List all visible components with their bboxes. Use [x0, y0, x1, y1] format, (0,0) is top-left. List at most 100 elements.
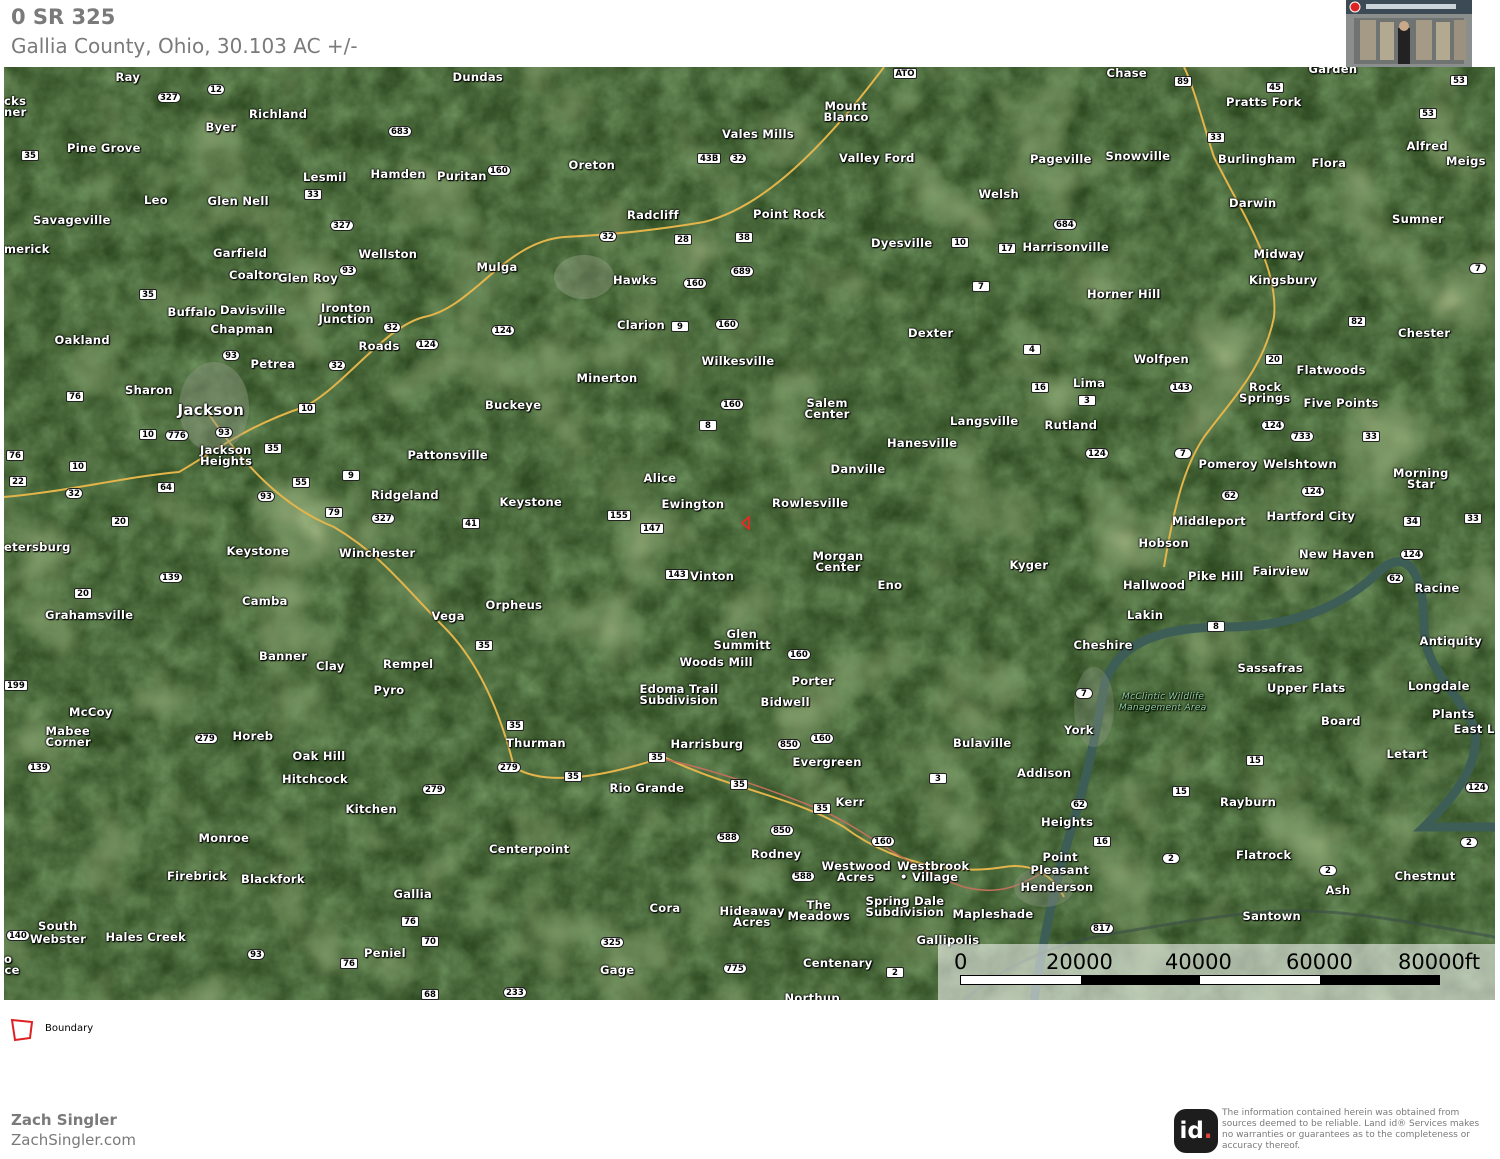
page-title: 0 SR 325: [11, 5, 116, 29]
place-label: Hitchcock: [282, 771, 348, 786]
route-shield: 850: [777, 738, 801, 750]
route-shield: 2: [1319, 864, 1337, 876]
satellite-map[interactable]: Ray Dundas Chase Garden Richland Byer Pratts F…: [4, 67, 1495, 1000]
route-shield: 93: [215, 426, 233, 438]
place-label: Dundas: [452, 69, 504, 84]
place-label: Point Rock: [753, 206, 826, 221]
route-shield: 2: [886, 966, 904, 978]
route-shield: 9: [342, 469, 360, 481]
place-label: Five Points: [1303, 395, 1379, 410]
route-shield: 3: [929, 772, 947, 784]
route-shield: 15: [1246, 754, 1264, 766]
place-label: Sassafras: [1237, 660, 1303, 675]
place-label: Cheshire: [1073, 637, 1133, 652]
scale-bar-graphic: [960, 975, 1440, 985]
place-label: Glen Roy: [278, 270, 339, 285]
route-shield: 3: [1078, 394, 1096, 406]
place-label: Horeb: [232, 728, 274, 743]
place-label: Flatwoods: [1296, 362, 1366, 377]
place-label: Middleport: [1172, 513, 1246, 528]
place-label: Alfred: [1406, 138, 1448, 153]
scale-label-0: 0: [954, 950, 968, 974]
route-shield: 683: [388, 125, 412, 137]
place-label: Pageville: [1030, 151, 1092, 166]
place-label: Valley Ford: [839, 150, 915, 165]
route-shield: 35: [21, 149, 39, 161]
place-label: Meigs: [1446, 153, 1486, 168]
place-label: Savageville: [33, 212, 111, 227]
route-shield: 139: [159, 571, 183, 583]
place-label: York: [1064, 722, 1094, 737]
place-label: Centenary: [803, 955, 873, 970]
place-label: Midway: [1253, 246, 1305, 261]
place-label: Sumner: [1392, 211, 1444, 226]
route-shield: 10: [298, 402, 316, 414]
place-label: Gage: [600, 962, 635, 977]
route-shield: 16: [1093, 835, 1111, 847]
route-shield: 327: [330, 219, 354, 231]
place-label: Horner Hill: [1087, 286, 1161, 301]
place-label: Thurman: [506, 735, 566, 750]
place-label: Star: [1407, 476, 1436, 491]
agent-website-link[interactable]: ZachSingler.com: [11, 1131, 136, 1149]
place-label: Langsville: [950, 413, 1019, 428]
route-shield: 817: [1090, 922, 1114, 934]
route-shield: 4: [1023, 343, 1041, 355]
route-shield: 10: [69, 460, 87, 472]
place-label: Vinton: [690, 568, 735, 583]
scale-label-40000: 40000: [1165, 950, 1232, 974]
route-shield: 147: [640, 522, 664, 534]
place-label: Leo: [144, 192, 168, 207]
place-label: Burlingham: [1218, 151, 1296, 166]
route-shield: 41: [462, 517, 480, 529]
route-shield: 733: [1290, 430, 1314, 442]
place-label: Springs: [1239, 390, 1291, 405]
place-label: Eno: [877, 577, 903, 592]
place-label: Alice: [643, 470, 677, 485]
place-label: Pleasant: [1030, 862, 1090, 877]
place-label: Henderson: [1020, 879, 1094, 894]
scale-label-60000: 60000: [1286, 950, 1353, 974]
route-shield: 160: [720, 398, 744, 410]
place-label: Board: [1321, 713, 1361, 728]
route-shield: 199: [4, 679, 28, 691]
route-shield: 34: [1403, 515, 1421, 527]
place-label: Corner: [45, 734, 91, 749]
place-label: etersburg: [4, 539, 71, 554]
route-shield: 33: [1207, 131, 1225, 143]
route-shield: 143: [1169, 381, 1193, 393]
route-shield: 43B: [697, 152, 722, 164]
place-label: Chase: [1106, 67, 1148, 80]
route-shield: 160: [810, 732, 834, 744]
route-shield: 20: [74, 587, 92, 599]
route-shield: 139: [27, 761, 51, 773]
place-label: Woods Mill: [679, 654, 753, 669]
route-shield: 279: [497, 761, 521, 773]
route-shield: 327: [157, 91, 181, 103]
place-label: Mapleshade: [952, 906, 1034, 921]
place-label: Harrisburg: [670, 736, 744, 751]
place-label: • Village: [900, 869, 959, 884]
boundary-legend-icon: [10, 1018, 34, 1042]
route-shield: 850: [770, 824, 794, 836]
place-label: Hales Creek: [105, 929, 187, 944]
place-label: Dexter: [908, 325, 954, 340]
place-label: Blanco: [823, 109, 869, 124]
place-label: Mulga: [476, 259, 518, 274]
place-label: Hartford City: [1266, 508, 1356, 523]
route-shield: 28: [674, 233, 692, 245]
route-shield: 35: [139, 288, 157, 300]
place-label: Welsh: [978, 186, 1020, 201]
place-label: Sharon: [125, 382, 173, 397]
place-label: Hanesville: [887, 435, 958, 450]
route-shield: 15: [1172, 785, 1190, 797]
place-label: Kitchen: [345, 801, 397, 816]
place-label: Fairview: [1252, 563, 1310, 578]
route-shield: 160: [683, 277, 707, 289]
route-shield: 124: [1261, 419, 1285, 431]
place-label: Garden: [1308, 67, 1358, 76]
place-label: Rempel: [383, 656, 434, 671]
route-shield: 93: [257, 490, 275, 502]
route-shield: 20: [1265, 353, 1283, 365]
route-shield: 32: [729, 152, 747, 164]
